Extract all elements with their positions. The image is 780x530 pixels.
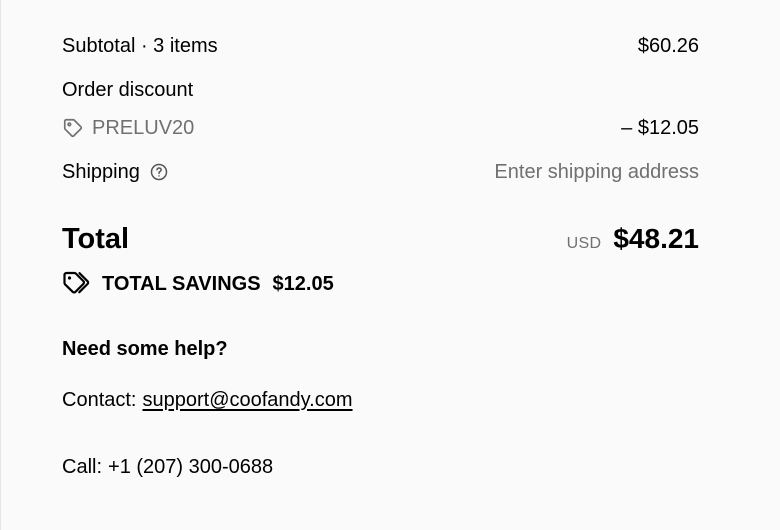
support-email-link[interactable]: support@coofandy.com bbox=[142, 389, 352, 412]
help-title: Need some help? bbox=[62, 337, 228, 360]
order-discount-row: Order discount bbox=[62, 75, 699, 105]
question-circle-icon[interactable] bbox=[149, 162, 169, 182]
shipping-row: Shipping Enter shipping address bbox=[62, 157, 699, 187]
total-amount: $48.21 bbox=[613, 223, 699, 254]
subtotal-label: Subtotal · 3 items bbox=[62, 34, 218, 57]
phone-number: +1 (207) 300-0688 bbox=[108, 455, 274, 478]
contact-row: Contact: support@coofandy.com bbox=[62, 384, 699, 416]
total-savings-amount: $12.05 bbox=[272, 272, 334, 295]
call-label: Call: bbox=[62, 455, 103, 478]
subtotal-value: $60.26 bbox=[637, 34, 699, 57]
tag-icon bbox=[62, 117, 84, 139]
total-savings-row: TOTAL SAVINGS $12.05 bbox=[62, 269, 699, 299]
discount-code-row: PRELUV20 – $12.05 bbox=[62, 113, 699, 143]
contact-label: Contact: bbox=[62, 388, 137, 411]
shipping-label-group: Shipping bbox=[62, 161, 169, 184]
order-discount-label: Order discount bbox=[62, 78, 194, 101]
call-row: Call: +1 (207) 300-0688 bbox=[62, 452, 699, 482]
currency-code: USD bbox=[566, 235, 602, 252]
total-label: Total bbox=[62, 222, 130, 255]
shipping-label: Shipping bbox=[62, 160, 140, 183]
total-savings-label: TOTAL SAVINGS bbox=[102, 272, 261, 295]
help-section-header: Need some help? bbox=[62, 334, 699, 364]
total-value-group: USD $48.21 bbox=[567, 223, 699, 255]
subtotal-row: Subtotal · 3 items $60.26 bbox=[62, 31, 699, 61]
discount-value: – $12.05 bbox=[621, 116, 699, 139]
discount-code-text: PRELUV20 bbox=[92, 116, 195, 139]
discount-code: PRELUV20 bbox=[62, 117, 194, 140]
shipping-value: Enter shipping address bbox=[494, 160, 699, 183]
total-row: Total USD $48.21 bbox=[62, 219, 699, 259]
double-tag-icon bbox=[62, 270, 90, 298]
